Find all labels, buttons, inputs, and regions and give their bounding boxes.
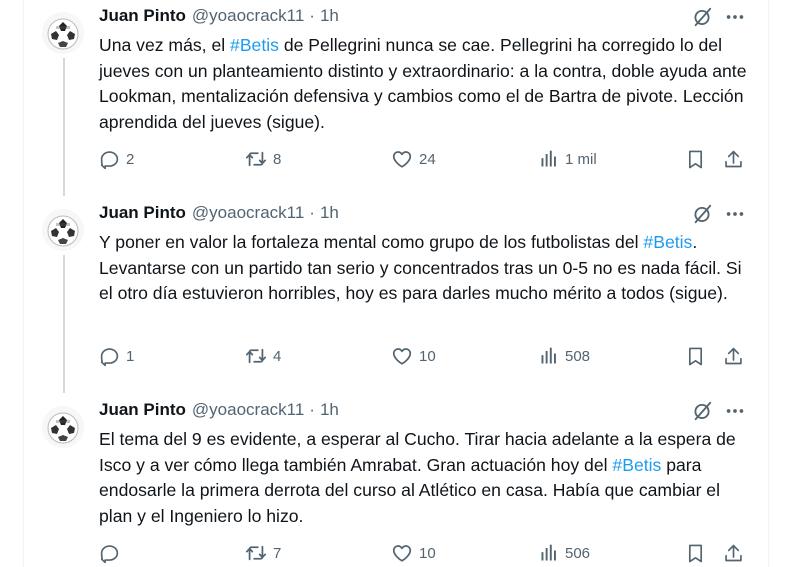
views-button[interactable]: 508 xyxy=(539,343,590,369)
likes-count: 24 xyxy=(419,150,436,168)
views-count: 508 xyxy=(565,347,591,365)
tweet-text: El tema del 9 es evidente, a esperar al … xyxy=(99,427,749,529)
reply-button[interactable] xyxy=(99,540,126,566)
likes-count: 10 xyxy=(419,347,436,365)
views-count: 506 xyxy=(565,544,591,562)
like-button[interactable]: 10 xyxy=(391,343,436,369)
repost-icon xyxy=(245,345,267,367)
reply-icon xyxy=(99,149,120,170)
bookmark-button[interactable] xyxy=(685,540,706,566)
hashtag-link[interactable]: #Betis xyxy=(643,232,692,252)
like-button[interactable]: 10 xyxy=(391,540,436,566)
author-name[interactable]: Juan Pinto xyxy=(99,203,186,223)
avatar[interactable] xyxy=(42,406,84,448)
author-handle[interactable]: @yoaocrack11 xyxy=(192,400,304,420)
grok-icon[interactable] xyxy=(689,201,715,227)
share-icon xyxy=(723,346,744,367)
repost-icon xyxy=(245,148,267,170)
bookmark-icon xyxy=(685,346,706,367)
like-button[interactable]: 24 xyxy=(391,146,436,172)
likes-count: 10 xyxy=(419,544,436,562)
views-button[interactable]: 1 mil xyxy=(539,146,597,172)
author-name[interactable]: Juan Pinto xyxy=(99,400,186,420)
tweet-text: Una vez más, el #Betis de Pellegrini nun… xyxy=(99,33,749,135)
share-button[interactable] xyxy=(723,146,744,172)
thread-line xyxy=(63,58,65,196)
author-handle[interactable]: @yoaocrack11 xyxy=(192,203,304,223)
hashtag-link[interactable]: #Betis xyxy=(612,455,661,475)
tweet-header: Juan Pinto @yoaocrack11 · 1h xyxy=(99,399,339,421)
author-handle[interactable]: @yoaocrack11 xyxy=(192,6,304,26)
repost-button[interactable]: 4 xyxy=(245,343,281,369)
tweet-text: Y poner en valor la fortaleza mental com… xyxy=(99,230,749,307)
reply-button[interactable]: 2 xyxy=(99,146,134,172)
share-button[interactable] xyxy=(723,343,744,369)
reply-button[interactable]: 1 xyxy=(99,343,134,369)
tweet-actions: 2 8 24 1 mil xyxy=(99,146,749,172)
repost-icon xyxy=(245,542,267,564)
tweet-actions: 7 10 506 xyxy=(99,540,749,566)
reply-icon xyxy=(99,346,120,367)
bookmark-icon xyxy=(685,149,706,170)
timestamp[interactable]: 1h xyxy=(320,400,339,420)
replies-count: 2 xyxy=(126,150,135,168)
reposts-count: 8 xyxy=(273,150,282,168)
repost-button[interactable]: 7 xyxy=(245,540,281,566)
tweet-actions: 1 4 10 508 xyxy=(99,343,749,369)
like-icon xyxy=(391,542,413,564)
hashtag-link[interactable]: #Betis xyxy=(230,35,279,55)
tweet-text-segment: Una vez más, el xyxy=(99,35,231,55)
share-icon xyxy=(723,149,744,170)
reposts-count: 4 xyxy=(273,347,282,365)
timestamp[interactable]: 1h xyxy=(320,6,339,26)
like-icon xyxy=(391,148,413,170)
tweet-header: Juan Pinto @yoaocrack11 · 1h xyxy=(99,5,339,27)
views-icon xyxy=(539,346,559,366)
avatar[interactable] xyxy=(42,12,84,54)
reposts-count: 7 xyxy=(273,544,282,562)
bookmark-button[interactable] xyxy=(685,343,706,369)
author-name[interactable]: Juan Pinto xyxy=(99,6,186,26)
views-icon xyxy=(539,543,559,563)
avatar[interactable] xyxy=(42,209,84,251)
more-icon[interactable] xyxy=(722,4,748,30)
grok-icon[interactable] xyxy=(689,398,715,424)
views-count: 1 mil xyxy=(565,150,597,168)
reply-icon xyxy=(99,543,120,564)
tweet-header: Juan Pinto @yoaocrack11 · 1h xyxy=(99,202,339,224)
separator-dot: · xyxy=(309,203,315,222)
timestamp[interactable]: 1h xyxy=(320,203,339,223)
tweet-text-segment: Y poner en valor la fortaleza mental com… xyxy=(99,232,644,252)
share-button[interactable] xyxy=(723,540,744,566)
share-icon xyxy=(723,543,744,564)
more-icon[interactable] xyxy=(722,398,748,424)
separator-dot: · xyxy=(309,400,315,419)
thread-line xyxy=(63,255,65,393)
separator-dot: · xyxy=(309,6,315,25)
more-icon[interactable] xyxy=(722,201,748,227)
repost-button[interactable]: 8 xyxy=(245,146,281,172)
views-button[interactable]: 506 xyxy=(539,540,590,566)
replies-count: 1 xyxy=(126,347,135,365)
like-icon xyxy=(391,345,413,367)
views-icon xyxy=(539,149,559,169)
bookmark-button[interactable] xyxy=(685,146,706,172)
bookmark-icon xyxy=(685,543,706,564)
grok-icon[interactable] xyxy=(689,4,715,30)
